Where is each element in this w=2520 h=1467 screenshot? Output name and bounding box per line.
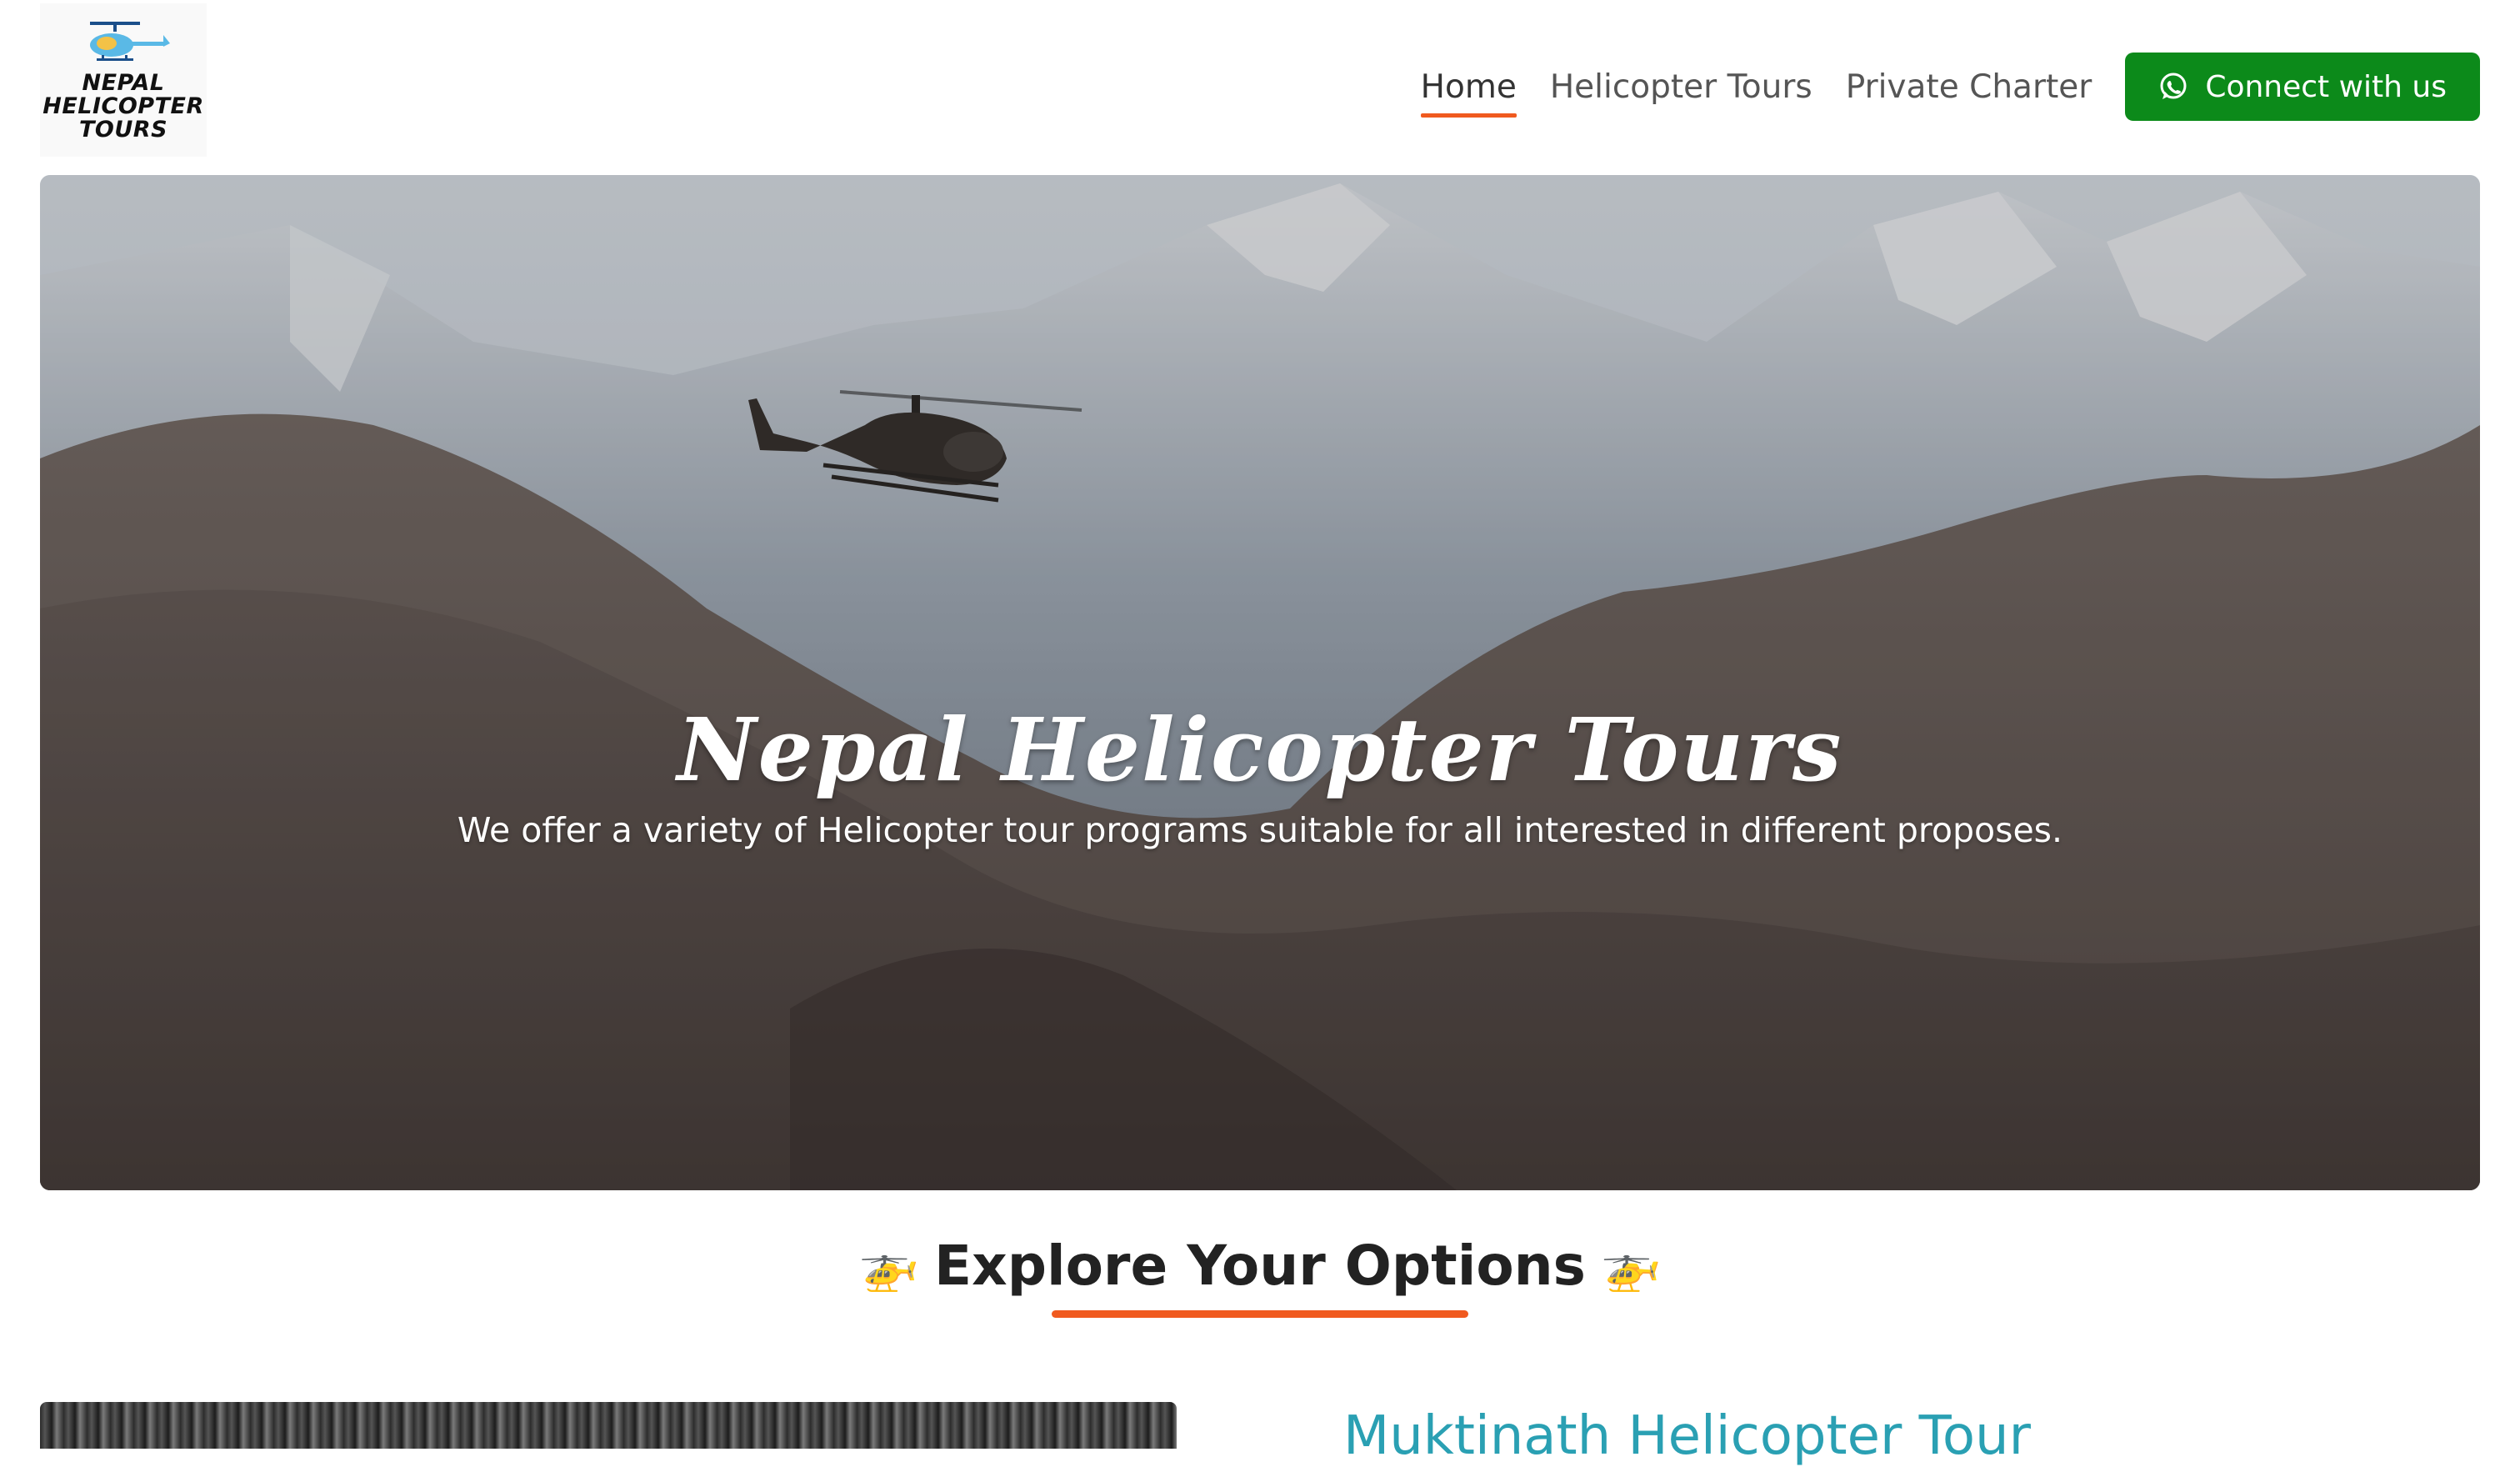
- main-nav: Home Helicopter Tours Private Charter Co…: [1420, 52, 2480, 122]
- section-title-underline: [1052, 1310, 1468, 1318]
- helicopter-logo-icon: [90, 22, 170, 61]
- nav-private-charter-link[interactable]: Private Charter: [1846, 68, 2092, 106]
- hero-subtitle: We offer a variety of Helicopter tour pr…: [457, 810, 2063, 850]
- hero-banner: Nepal Helicopter Tours We offer a variet…: [40, 175, 2480, 1190]
- section-title-text: Explore Your Options: [934, 1234, 1586, 1298]
- site-logo[interactable]: NEPAL HELICOPTER TOURS: [40, 3, 207, 157]
- logo-wordmark: NEPAL HELICOPTER TOURS: [42, 72, 204, 142]
- connect-button[interactable]: Connect with us: [2125, 53, 2480, 121]
- nav-helicopter-tours-link[interactable]: Helicopter Tours: [1550, 68, 1812, 106]
- logo-line: HELICOPTER: [42, 93, 204, 119]
- helicopter-emoji-icon: 🚁: [1600, 1237, 1662, 1294]
- tour-card-image[interactable]: [40, 1402, 1177, 1449]
- whatsapp-icon: [2158, 72, 2188, 102]
- hero-overlay: [40, 175, 2480, 1190]
- hero-title: Nepal Helicopter Tours: [677, 698, 1843, 801]
- logo-line: TOURS: [78, 117, 168, 143]
- connect-button-label: Connect with us: [2205, 69, 2447, 104]
- section-heading: 🚁 Explore Your Options 🚁: [0, 1234, 2520, 1298]
- helicopter-emoji-icon: 🚁: [858, 1237, 920, 1294]
- site-header: NEPAL HELICOPTER TOURS Home Helicopter T…: [0, 0, 2520, 175]
- logo-line: NEPAL: [82, 70, 165, 96]
- tour-card-title[interactable]: Muktinath Helicopter Tour: [1343, 1405, 2031, 1467]
- nav-home-link[interactable]: Home: [1420, 68, 1518, 118]
